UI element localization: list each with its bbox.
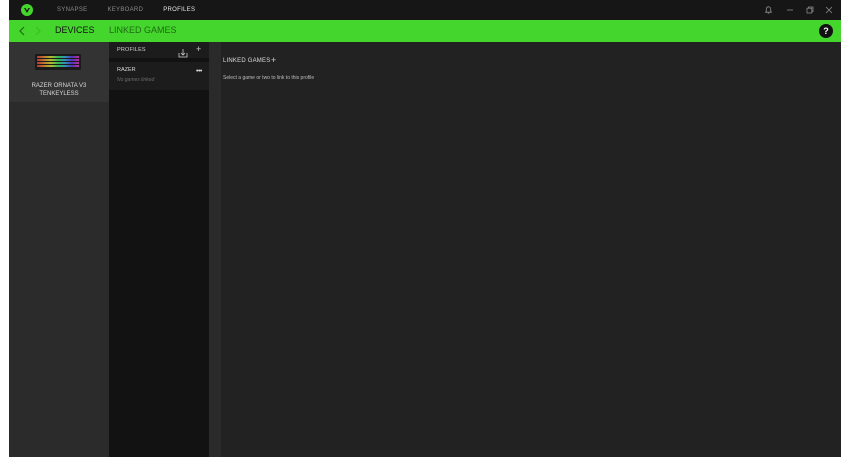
add-linked-game-button[interactable]: + <box>271 55 276 65</box>
linked-games-panel: LINKED GAMES + Select a game or two to l… <box>209 42 841 457</box>
profile-linked-status: No games linked <box>117 77 155 83</box>
top-nav: SYNAPSE KEYBOARD PROFILES <box>57 0 215 20</box>
forward-arrow-icon[interactable] <box>31 24 45 38</box>
restore-icon[interactable] <box>803 0 817 20</box>
profile-item[interactable]: RAZER No games linked ••• <box>109 62 209 90</box>
minimize-icon[interactable] <box>783 0 797 20</box>
title-bar: SYNAPSE KEYBOARD PROFILES <box>9 0 841 20</box>
linked-games-description: Select a game or two to link to this pro… <box>223 75 315 81</box>
back-arrow-icon[interactable] <box>15 24 29 38</box>
tab-profiles[interactable]: PROFILES <box>163 7 195 13</box>
razer-logo-icon[interactable] <box>21 4 33 16</box>
tab-keyboard[interactable]: KEYBOARD <box>107 7 143 13</box>
device-name: RAZER ORNATA V3 TENKEYLESS <box>9 82 109 98</box>
panel-divider <box>209 42 221 457</box>
keyboard-image <box>35 54 81 70</box>
more-options-icon[interactable]: ••• <box>196 68 202 75</box>
tab-devices[interactable]: DEVICES <box>55 25 95 35</box>
import-icon[interactable] <box>178 45 188 58</box>
app-window: SYNAPSE KEYBOARD PROFILES DEVICES LINKED… <box>9 0 841 457</box>
device-name-line1: RAZER ORNATA V3 <box>31 83 87 89</box>
help-icon[interactable]: ? <box>819 24 833 38</box>
device-card[interactable]: RAZER ORNATA V3 TENKEYLESS <box>9 42 109 102</box>
device-name-line2: TENKEYLESS <box>39 91 79 97</box>
linked-games-title: LINKED GAMES <box>223 58 271 64</box>
device-list: RAZER ORNATA V3 TENKEYLESS <box>9 42 109 457</box>
tab-linked-games[interactable]: LINKED GAMES <box>109 25 177 35</box>
profiles-panel: PROFILES + RAZER No games linked ••• <box>109 42 209 457</box>
notifications-icon[interactable] <box>761 0 775 20</box>
close-icon[interactable] <box>822 0 836 20</box>
sub-nav-bar: DEVICES LINKED GAMES ? <box>9 20 841 42</box>
add-profile-button[interactable]: + <box>196 44 201 54</box>
profile-name: RAZER <box>117 67 136 73</box>
profiles-title: PROFILES <box>117 47 146 53</box>
tab-synapse[interactable]: SYNAPSE <box>57 7 87 13</box>
profiles-header: PROFILES + <box>109 42 209 58</box>
